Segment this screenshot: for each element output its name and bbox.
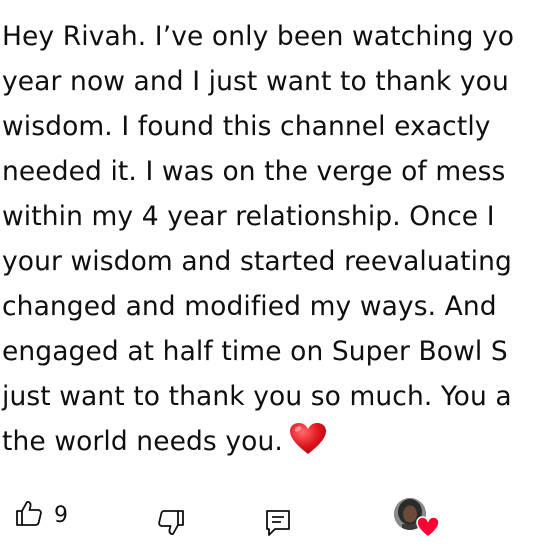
comment-line: just want to thank you so much. You a [2,381,512,412]
comment-line: changed and modified my ways. And [2,291,497,322]
comment-line: your wisdom and started reevaluating [2,246,512,277]
comment-action-bar: 9 [0,492,560,540]
thumbs-up-icon [14,498,44,532]
dislike-button[interactable] [156,508,186,542]
creator-heart [394,498,446,544]
reply-button[interactable] [264,508,292,542]
like-count: 9 [54,502,68,528]
comment-line: wisdom. I found this channel exactly [2,111,491,142]
comment-line-text: the world needs you. [2,426,283,457]
comment-line: year now and I just want to thank you [2,66,509,97]
red-heart-emoji-icon [289,422,327,456]
comment-line: within my 4 year relationship. Once I [2,201,495,232]
comment-line: engaged at half time on Super Bowl S [2,336,508,367]
comment-line: Hey Rivah. I’ve only been watching yo [2,21,515,52]
reply-comment-icon [264,508,292,542]
comment-last-line: the world needs you. [2,419,560,464]
like-button[interactable]: 9 [14,498,68,532]
thumbs-down-icon [156,508,186,542]
comment-line: needed it. I was on the verge of mess [2,156,506,187]
heart-icon [416,516,440,538]
comment-text: Hey Rivah. I’ve only been watching yo ye… [2,14,560,464]
